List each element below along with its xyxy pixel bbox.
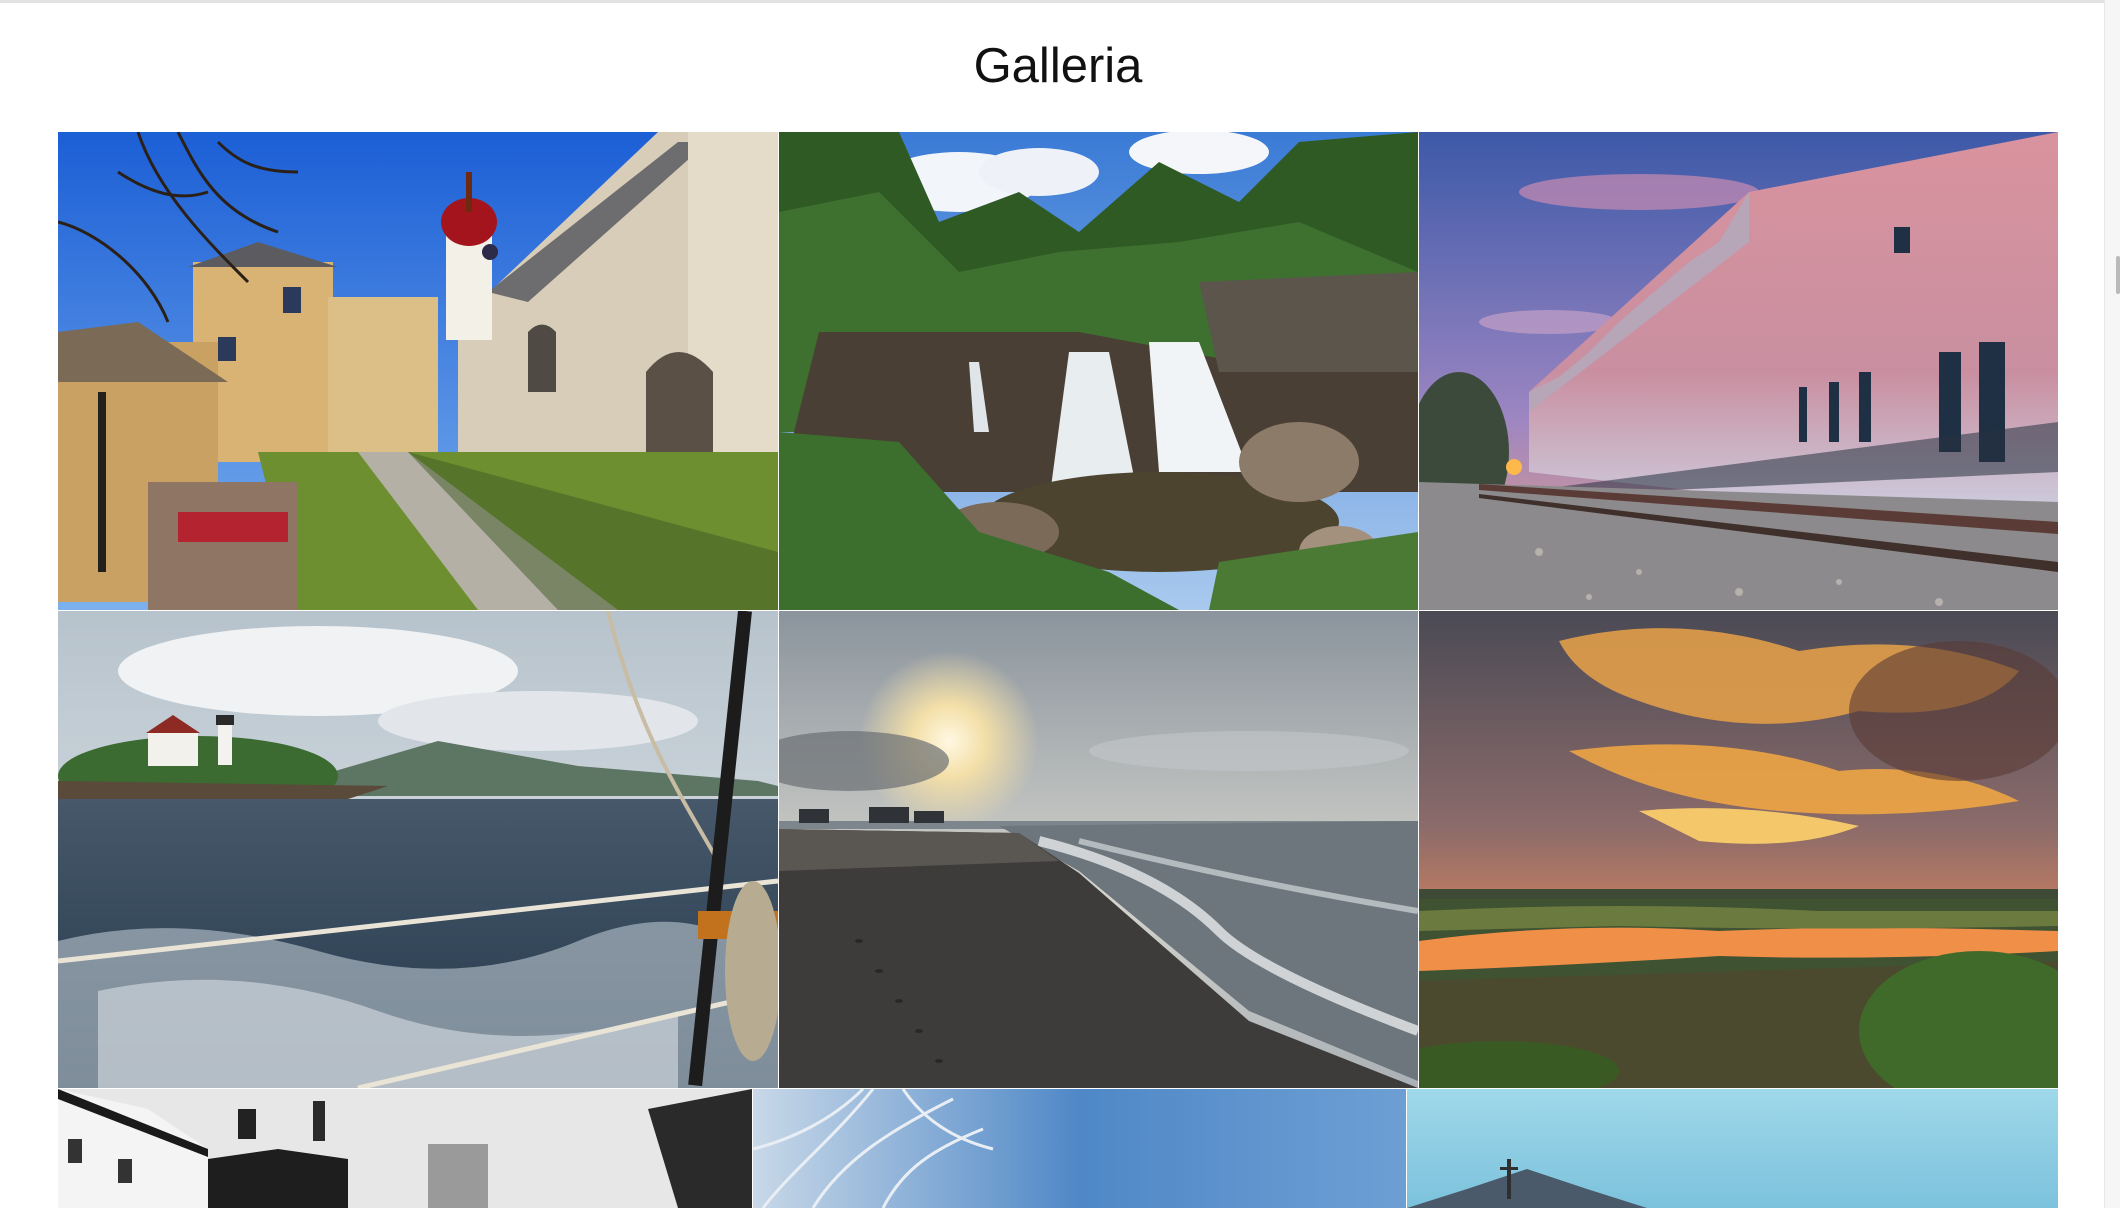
photo-tile-church[interactable] [58,132,778,610]
lighthouse-sailing-photo [58,611,778,1088]
frosted-tree-photo [753,1089,1406,1208]
photo-tile-bw-houses[interactable] [58,1089,752,1208]
bw-houses-photo [58,1089,752,1208]
blue-sky-steeple-photo [1407,1089,2058,1208]
photo-tile-frosted-tree[interactable] [753,1089,1406,1208]
page-scrollbar[interactable] [2104,0,2120,1208]
waterfall-photo [779,132,1418,610]
photo-tile-waterfall[interactable] [779,132,1418,610]
pink-building-railway-photo [1419,132,2058,610]
church-courtyard-photo [58,132,778,610]
photo-tile-beach[interactable] [779,611,1418,1088]
page-title: Galleria [973,39,1143,93]
beach-sunset-photo [779,611,1418,1088]
scrollbar-thumb[interactable] [2116,256,2120,294]
photo-tile-lighthouse[interactable] [58,611,778,1088]
photo-tile-steeple[interactable] [1407,1089,2058,1208]
gallery-page: Galleria [0,0,2120,1208]
top-border [0,0,2120,3]
photo-tile-pink-building[interactable] [1419,132,2058,610]
photo-tile-marsh[interactable] [1419,611,2058,1088]
marsh-sunset-photo [1419,611,2058,1088]
